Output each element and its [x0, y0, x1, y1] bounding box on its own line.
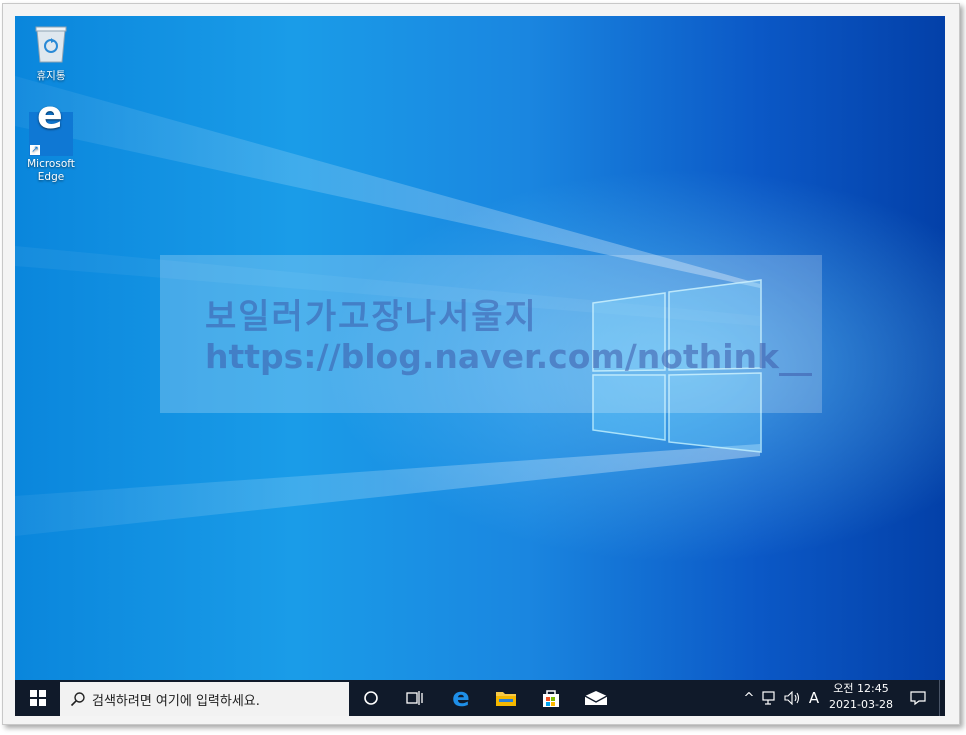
edge-label-line2: Edge	[37, 171, 65, 183]
taskbar: 검색하려면 여기에 입력하세요. e ^ A 오전 12:45 2021-03-…	[15, 680, 945, 716]
taskbar-search-box[interactable]: 검색하려면 여기에 입력하세요.	[60, 682, 349, 716]
search-placeholder: 검색하려면 여기에 입력하세요.	[92, 693, 260, 709]
edge-icon: e ↗	[29, 96, 73, 156]
edge-label-line1: Microsoft	[27, 158, 75, 170]
tray-network[interactable]	[759, 680, 781, 716]
taskbar-mail[interactable]	[574, 680, 618, 716]
volume-icon	[784, 691, 800, 705]
tray-ime-indicator[interactable]: A	[805, 680, 823, 716]
windows-start-icon	[29, 690, 46, 706]
clock-time: 오전 12:45	[833, 682, 889, 695]
task-view-button[interactable]	[393, 680, 437, 716]
shortcut-arrow-icon: ↗	[30, 145, 40, 155]
tray-overflow-button[interactable]: ^	[739, 680, 759, 716]
clock-date: 2021-03-28	[829, 698, 893, 711]
recycle-bin-label: 휴지통	[36, 70, 66, 82]
cortana-button[interactable]	[349, 680, 393, 716]
cortana-circle-icon	[364, 691, 378, 705]
tray-volume[interactable]	[781, 680, 805, 716]
watermark-url: https://blog.naver.com/nothink__	[205, 337, 812, 376]
taskbar-store[interactable]	[529, 680, 573, 716]
chevron-up-icon: ^	[743, 690, 755, 706]
desktop: 휴지통 e ↗ Microsoft Edge 보일러가고장나서울지 https:…	[15, 16, 945, 716]
search-icon	[70, 692, 85, 707]
folder-icon	[496, 692, 516, 706]
edge-shortcut[interactable]: e ↗ Microsoft Edge	[19, 96, 83, 184]
action-center-button[interactable]	[901, 680, 935, 716]
task-view-icon	[406, 691, 423, 705]
ime-label: A	[808, 689, 820, 707]
store-bag-icon	[543, 690, 559, 707]
watermark-title: 보일러가고장나서울지	[205, 297, 538, 337]
notification-icon	[910, 691, 926, 706]
mail-icon	[584, 691, 608, 705]
taskbar-file-explorer[interactable]	[484, 680, 528, 716]
network-icon	[762, 691, 775, 705]
tray-clock[interactable]: 오전 12:45 2021-03-28	[823, 681, 899, 715]
show-desktop-button[interactable]	[939, 680, 945, 716]
edge-icon: e	[452, 683, 470, 713]
recycle-bin-icon	[35, 26, 67, 63]
taskbar-edge[interactable]: e	[439, 680, 483, 716]
recycle-bin-shortcut[interactable]: 휴지통	[19, 24, 83, 83]
watermark-box: 보일러가고장나서울지 https://blog.naver.com/nothin…	[160, 255, 822, 413]
start-button[interactable]	[15, 680, 60, 716]
screenshot-frame: 휴지통 e ↗ Microsoft Edge 보일러가고장나서울지 https:…	[2, 3, 960, 725]
